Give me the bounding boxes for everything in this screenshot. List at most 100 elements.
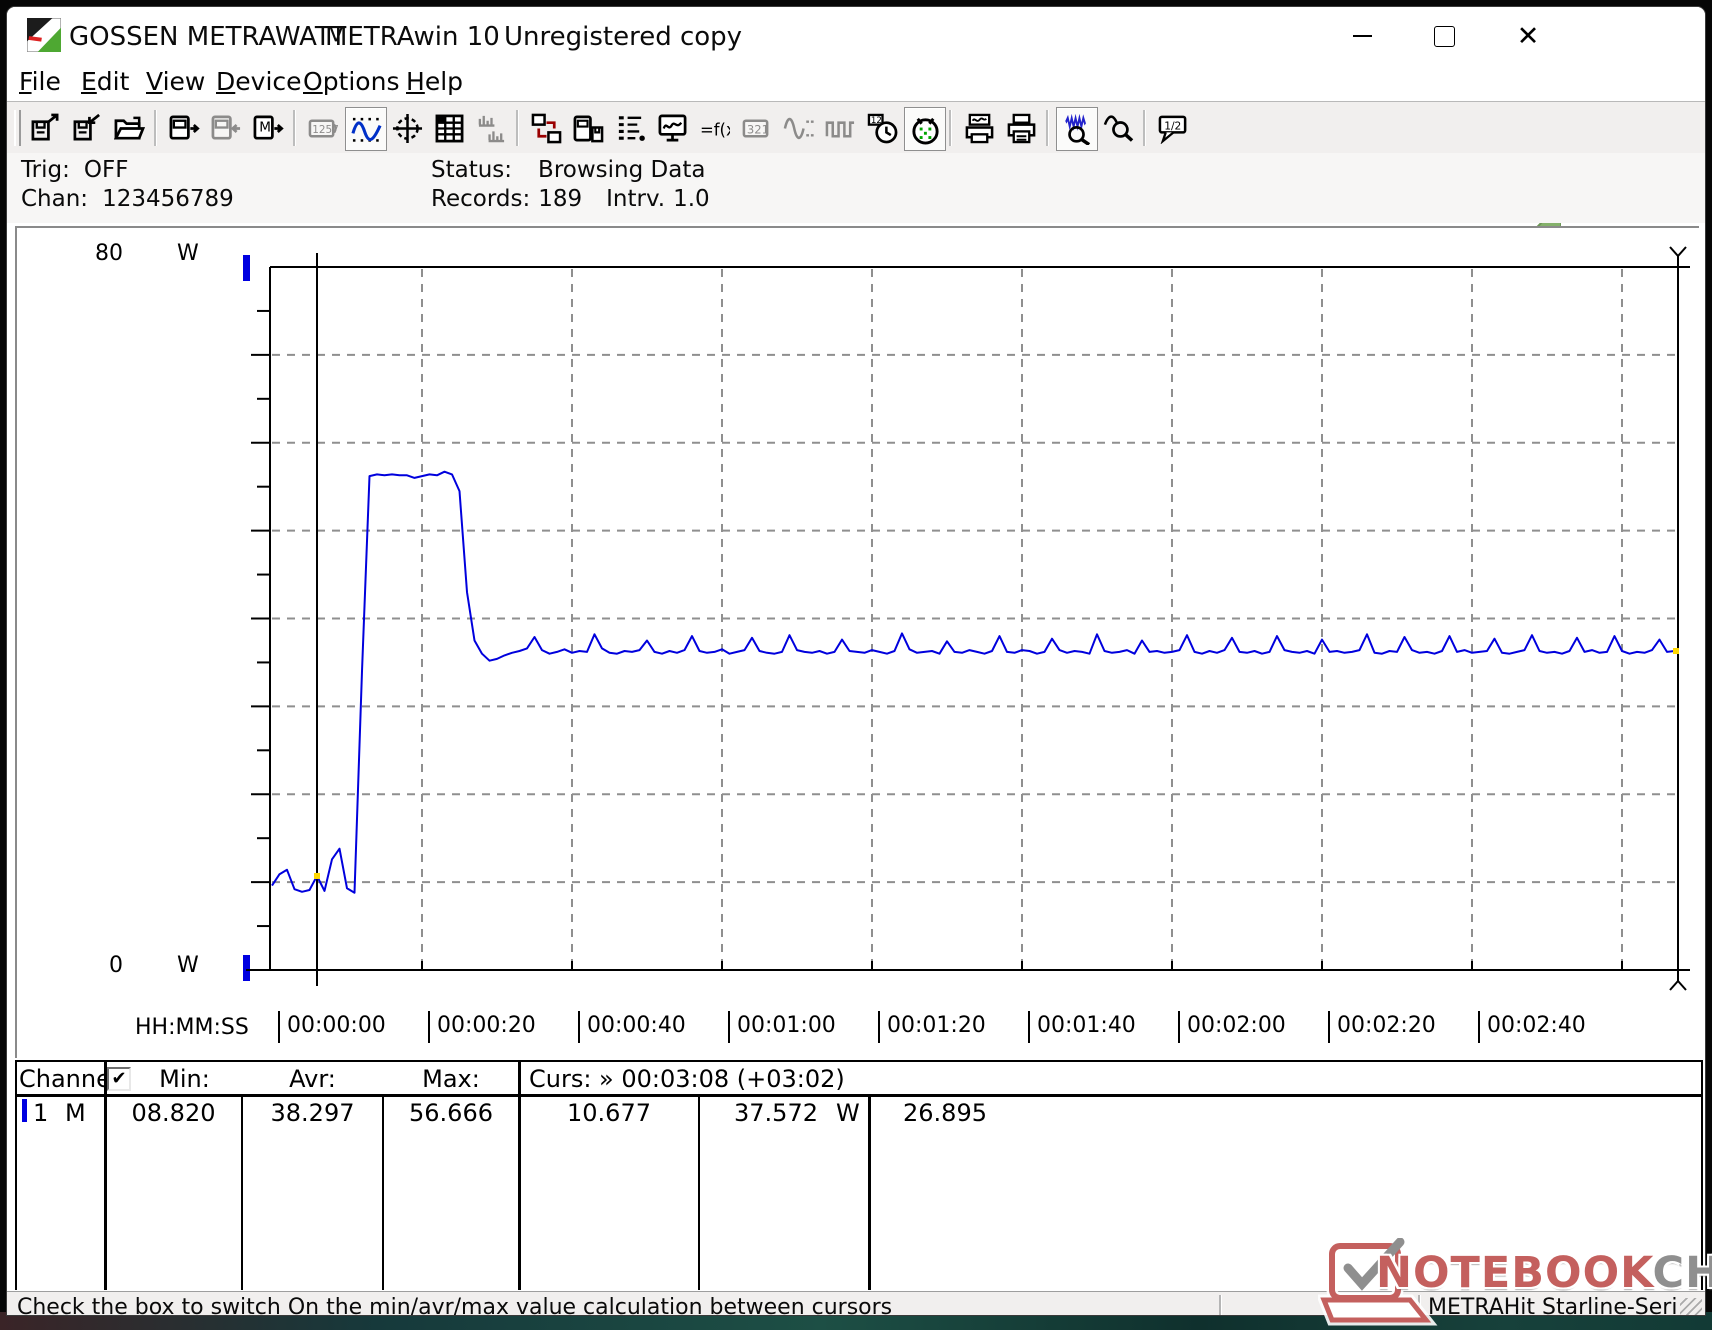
toolbar-button-curve-display[interactable] [345, 107, 387, 151]
window-title-brand: GOSSEN METRAWATT [69, 22, 347, 52]
window-title-app: METRAwin 10 [325, 22, 500, 52]
channel-color-tick-top [243, 255, 250, 281]
cell-avr: 38.297 [270, 1099, 355, 1127]
window-title-license: Unregistered copy [504, 22, 743, 52]
menu-device[interactable]: Device [216, 67, 302, 96]
note-icon [1158, 113, 1189, 144]
memory-out-icon [253, 113, 284, 144]
toolbar-button-time-settings[interactable] [862, 107, 902, 149]
printer-icon [1006, 113, 1037, 144]
floppy-out-icon [30, 113, 61, 144]
checkmark-icon: ✔ [111, 1068, 127, 1089]
toolbar-drag-handle[interactable] [14, 110, 21, 146]
x-axis-tick-label: 00:02:40 [1478, 1011, 1586, 1043]
toolbar-button-xy-display[interactable] [387, 107, 427, 149]
x-axis-tick-label: 00:01:40 [1028, 1011, 1136, 1043]
toolbar-button-lcd-values [736, 107, 776, 149]
cell-min: 08.820 [131, 1099, 216, 1127]
device-save-icon [573, 113, 604, 144]
menu-options[interactable]: Options [303, 67, 399, 96]
channel-list-icon [615, 113, 646, 144]
y-axis-unit-top: W [177, 241, 199, 266]
meter-in-icon [211, 113, 242, 144]
toolbar-button-print-preview[interactable] [959, 107, 999, 149]
menu-file[interactable]: File [19, 67, 61, 96]
toolbar-button-table-display[interactable] [429, 107, 469, 149]
toolbar-button-save-export[interactable] [25, 107, 65, 149]
channel-row-color-bar [22, 1099, 27, 1122]
toolbar-button-device-connect[interactable] [526, 107, 566, 149]
metrawin-window: GOSSEN METRAWATT METRAwin 10 Unregistere… [6, 6, 1706, 1316]
pulse-icon [825, 113, 856, 144]
cell-channel-flag: M [65, 1099, 86, 1127]
app-icon [27, 18, 61, 52]
clock-icon [867, 113, 898, 144]
measurement-info-strip: Trig: OFF Chan: 123456789 Status: Browsing … [7, 153, 1705, 223]
x-axis-tick-label: 00:01:20 [878, 1011, 986, 1043]
minimize-button[interactable] [1339, 21, 1385, 51]
link-config-icon [531, 113, 562, 144]
toolbar-button-live-meter[interactable] [904, 107, 946, 151]
col-header-min: Min: [159, 1065, 210, 1093]
cell-channel-id: 1 [33, 1099, 49, 1127]
x-axis-tick-label: 00:02:00 [1178, 1011, 1286, 1043]
y-axis-max-label: 80 [95, 241, 123, 266]
menu-help[interactable]: Help [406, 67, 463, 96]
toolbar-button-save-import[interactable] [67, 107, 107, 149]
histogram-icon [476, 113, 507, 144]
status-bar-divider [1219, 1295, 1222, 1315]
x-axis-tick-label: 00:00:40 [578, 1011, 686, 1043]
title-bar[interactable]: GOSSEN METRAWATT METRAwin 10 Unregistere… [7, 7, 1705, 59]
toolbar-button-zoom-value[interactable] [1098, 107, 1138, 149]
screen: GOSSEN METRAWATT METRAwin 10 Unregistere… [0, 0, 1712, 1330]
toolbar-separator [1143, 110, 1146, 146]
channel-color-tick-bottom [243, 955, 250, 981]
fx-icon [699, 113, 730, 144]
curve-view-icon [351, 114, 382, 145]
col-header-cursor: Curs: » 00:03:08 (+03:02) [529, 1065, 845, 1093]
x-axis-tick-label: 00:02:20 [1328, 1011, 1436, 1043]
maximize-button[interactable] [1421, 21, 1467, 51]
notebookcheck-logo-text: NOTEBOOKCHECK [1376, 1248, 1712, 1298]
cell-max: 56.666 [409, 1099, 493, 1127]
toolbar [7, 101, 1705, 242]
x-axis-tick-label: 00:00:00 [278, 1011, 386, 1043]
toolbar-button-zoom-time[interactable] [1056, 107, 1098, 151]
close-button[interactable]: ✕ [1505, 20, 1551, 52]
cell-delta: 26.895 [903, 1099, 987, 1127]
y-axis-min-label: 0 [109, 953, 123, 978]
x-axis-tick-label: 00:00:20 [428, 1011, 536, 1043]
folder-icon [114, 113, 145, 144]
toolbar-separator [154, 110, 157, 146]
sine-icon [783, 113, 814, 144]
cell-cursor1: 10.677 [567, 1099, 651, 1127]
chart-area[interactable] [15, 226, 1699, 1058]
monitor-icon [657, 113, 688, 144]
toolbar-button-channel-setup[interactable] [610, 107, 650, 149]
close-icon: ✕ [1516, 20, 1540, 52]
minimize-icon [1352, 35, 1372, 37]
menu-edit[interactable]: Edit [81, 67, 129, 96]
toolbar-button-annotation[interactable] [1153, 107, 1193, 149]
crosshair-icon [392, 113, 423, 144]
toolbar-button-formula[interactable] [694, 107, 734, 149]
toolbar-button-read-memory[interactable] [248, 107, 288, 149]
lcd-1257-icon [308, 113, 339, 144]
zoom-wave-icon [1062, 114, 1093, 145]
toolbar-separator [516, 110, 519, 146]
trigger-status: Trig: OFF [21, 157, 129, 183]
y-axis-unit-bottom: W [177, 953, 199, 978]
toolbar-button-monitor-display[interactable] [652, 107, 692, 149]
zoom-curve-icon [1103, 113, 1134, 144]
channel-id: Chan: 123456789 [21, 186, 234, 212]
toolbar-button-open-file[interactable] [109, 107, 149, 149]
toolbar-button-read-device[interactable] [164, 107, 204, 149]
toolbar-button-histogram-display [471, 107, 511, 149]
resize-grip[interactable] [1680, 1298, 1702, 1315]
toolbar-separator [949, 110, 952, 146]
menu-view[interactable]: View [146, 67, 205, 96]
status-readout: Status: Browsing Data [431, 157, 706, 183]
toolbar-button-device-store[interactable] [568, 107, 608, 149]
status-bar-divider [1418, 1295, 1421, 1315]
toolbar-button-print[interactable] [1001, 107, 1041, 149]
